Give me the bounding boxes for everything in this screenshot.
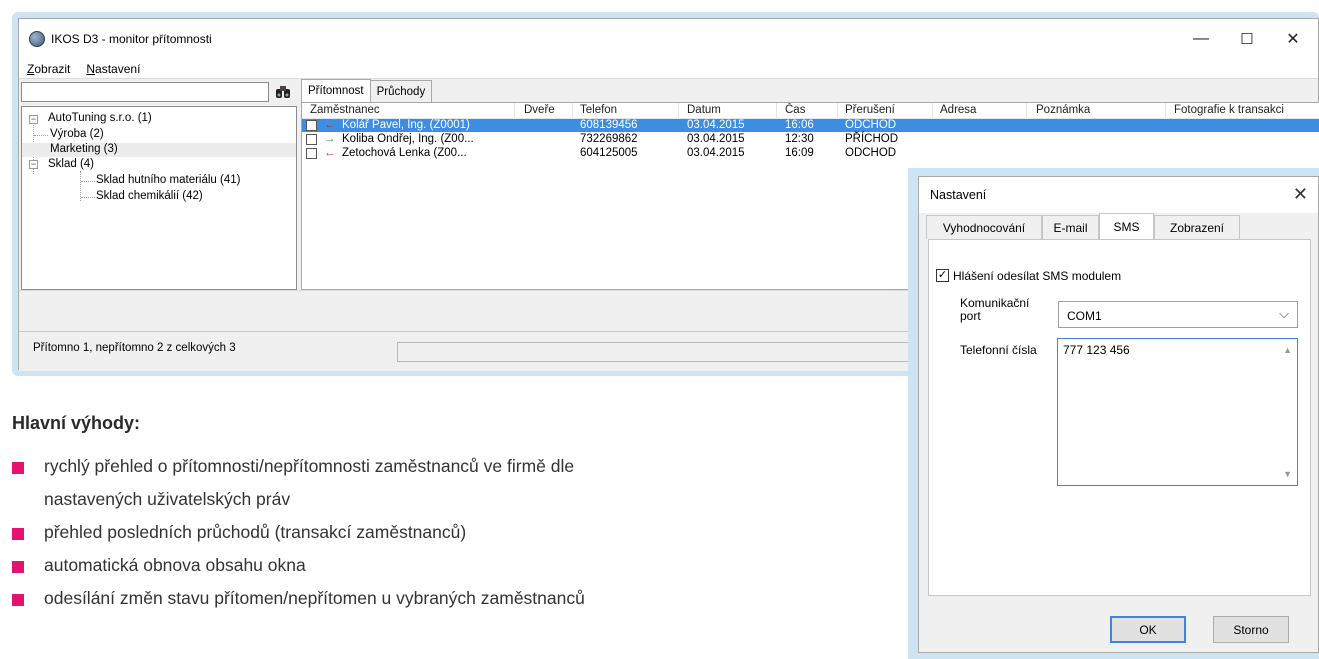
find-button[interactable] xyxy=(272,82,294,102)
cell-preruseni: PŘÍCHOD xyxy=(845,133,899,145)
tree-item-sklad-chemikalie[interactable]: Sklad chemikálií (42) xyxy=(96,190,203,202)
port-label-line2: port xyxy=(960,309,981,323)
menu-zobrazit[interactable]: Zobrazit xyxy=(19,62,78,76)
phones-label: Telefonní čísla xyxy=(960,343,1037,357)
col-preruseni[interactable]: Přerušení xyxy=(845,104,895,116)
search-input[interactable] xyxy=(21,82,269,102)
scroll-up-icon[interactable]: ▲ xyxy=(1283,345,1292,355)
col-datum[interactable]: Datum xyxy=(687,104,721,116)
phones-textarea[interactable]: 777 123 456 ▲ ▼ xyxy=(1057,338,1298,486)
cell-datum: 03.04.2015 xyxy=(687,147,745,159)
cell-cas: 16:06 xyxy=(785,119,814,131)
port-select-value: COM1 xyxy=(1067,309,1102,323)
cell-preruseni: ODCHOD xyxy=(845,119,897,131)
maximize-button[interactable]: ☐ xyxy=(1224,19,1270,59)
row-checkbox[interactable] xyxy=(306,134,317,145)
cell-preruseni: ODCHOD xyxy=(845,147,897,159)
row-checkbox[interactable] xyxy=(306,120,317,131)
cell-telefon: 608139456 xyxy=(580,119,638,131)
list-item: odesílání změn stavu přítomen/nepřítomen… xyxy=(12,582,892,615)
list-item-continuation: nastavených uživatelských práv xyxy=(44,489,291,509)
status-text: Přítomno 1, nepřítomno 2 z celkových 3 xyxy=(33,342,236,354)
tab-pritomnost[interactable]: Přítomnost xyxy=(301,79,371,102)
department-tree[interactable]: − AutoTuning s.r.o. (1) Výroba (2) Marke… xyxy=(21,106,297,290)
arrival-arrow-icon: → xyxy=(324,133,336,145)
phones-value: 777 123 456 xyxy=(1063,343,1130,357)
list-item: automatická obnova obsahu okna xyxy=(12,549,892,582)
benefits-heading: Hlavní výhody: xyxy=(12,413,141,433)
cell-datum: 03.04.2015 xyxy=(687,119,745,131)
menu-nastaveni[interactable]: Nastavení xyxy=(78,62,148,76)
view-tabs: Přítomnost Průchody xyxy=(301,79,433,102)
cell-telefon: 732269862 xyxy=(580,133,638,145)
benefits-list: rychlý přehled o přítomnosti/nepřítomnos… xyxy=(12,450,892,615)
collapse-icon[interactable]: − xyxy=(29,160,38,169)
cell-name: Kolář Pavel, Ing. (Z0001) xyxy=(342,119,470,131)
cell-name: Koliba Ondřej, Ing. (Z00... xyxy=(342,133,474,145)
status-pane xyxy=(397,342,927,362)
col-adresa[interactable]: Adresa xyxy=(940,104,976,116)
col-dvere[interactable]: Dveře xyxy=(524,104,555,116)
sms-enable-label: Hlášení odesílat SMS modulem xyxy=(953,269,1122,283)
cancel-button[interactable]: Storno xyxy=(1213,616,1289,643)
tree-item-sklad[interactable]: Sklad (4) xyxy=(48,158,94,170)
app-icon xyxy=(29,31,45,47)
window-title: IKOS D3 - monitor přítomnosti xyxy=(51,32,212,46)
tab-email[interactable]: E-mail xyxy=(1042,215,1099,239)
dialog-title-bar: Nastavení ✕ xyxy=(919,177,1318,213)
minimize-button[interactable]: — xyxy=(1178,19,1224,59)
cell-cas: 16:09 xyxy=(785,147,814,159)
cell-telefon: 604125005 xyxy=(580,147,638,159)
departure-arrow-icon: ← xyxy=(324,147,336,159)
port-select[interactable]: COM1 ⌵ xyxy=(1058,301,1298,328)
scroll-down-icon[interactable]: ▼ xyxy=(1283,469,1292,479)
table-row[interactable]: ← Zetochová Lenka (Z00... 604125005 03.0… xyxy=(302,147,1319,160)
bullet-square-icon xyxy=(12,594,24,606)
col-fotografie[interactable]: Fotografie k transakci xyxy=(1174,104,1284,116)
ok-button[interactable]: OK xyxy=(1110,616,1186,643)
tree-item-vyroba[interactable]: Výroba (2) xyxy=(50,128,104,140)
dialog-title: Nastavení xyxy=(930,188,987,202)
sms-enable-checkbox[interactable]: ✓ xyxy=(936,269,949,282)
dialog-close-button[interactable]: ✕ xyxy=(1293,184,1308,205)
cell-cas: 12:30 xyxy=(785,133,814,145)
chevron-down-icon: ⌵ xyxy=(1279,306,1289,321)
cell-datum: 03.04.2015 xyxy=(687,133,745,145)
tab-zobrazeni[interactable]: Zobrazení xyxy=(1154,215,1240,239)
tab-vyhodnocovani[interactable]: Vyhodnocování xyxy=(926,215,1042,239)
col-telefon[interactable]: Telefon xyxy=(580,104,617,116)
sms-settings-panel: ✓ Hlášení odesílat SMS modulem Komunikač… xyxy=(928,239,1311,596)
table-header: Zaměstnanec Dveře Telefon Datum Čas Přer… xyxy=(302,103,1319,119)
bullet-square-icon xyxy=(12,561,24,573)
bullet-square-icon xyxy=(12,528,24,540)
list-item: přehled posledních průchodů (transakcí z… xyxy=(12,516,892,549)
col-cas[interactable]: Čas xyxy=(785,104,805,116)
search-row xyxy=(19,80,297,104)
tree-item-sklad-hutni[interactable]: Sklad hutního materiálu (41) xyxy=(96,174,240,186)
tab-sms[interactable]: SMS xyxy=(1099,213,1154,239)
tree-item-marketing[interactable]: Marketing (3) xyxy=(22,143,296,157)
table-row[interactable]: ← Kolář Pavel, Ing. (Z0001) 608139456 03… xyxy=(302,119,1319,132)
settings-dialog: Nastavení ✕ Vyhodnocování E-mail SMS Zob… xyxy=(918,176,1319,653)
close-button[interactable]: ✕ xyxy=(1270,19,1316,59)
binoculars-icon xyxy=(276,86,290,98)
list-item: rychlý přehled o přítomnosti/nepřítomnos… xyxy=(12,450,892,483)
col-poznamka[interactable]: Poznámka xyxy=(1036,104,1090,116)
table-row[interactable]: → Koliba Ondřej, Ing. (Z00... 732269862 … xyxy=(302,133,1319,146)
cell-name: Zetochová Lenka (Z00... xyxy=(342,147,467,159)
bullet-square-icon xyxy=(12,462,24,474)
tree-root[interactable]: AutoTuning s.r.o. (1) xyxy=(48,112,152,124)
tab-pruchody[interactable]: Průchody xyxy=(369,80,433,102)
collapse-icon[interactable]: − xyxy=(29,115,38,124)
menu-bar: Zobrazit Nastavení xyxy=(19,59,1318,79)
title-bar: IKOS D3 - monitor přítomnosti — ☐ ✕ xyxy=(19,19,1318,59)
departure-arrow-icon: ← xyxy=(324,119,336,131)
col-zamestnanec[interactable]: Zaměstnanec xyxy=(310,104,380,116)
row-checkbox[interactable] xyxy=(306,148,317,159)
